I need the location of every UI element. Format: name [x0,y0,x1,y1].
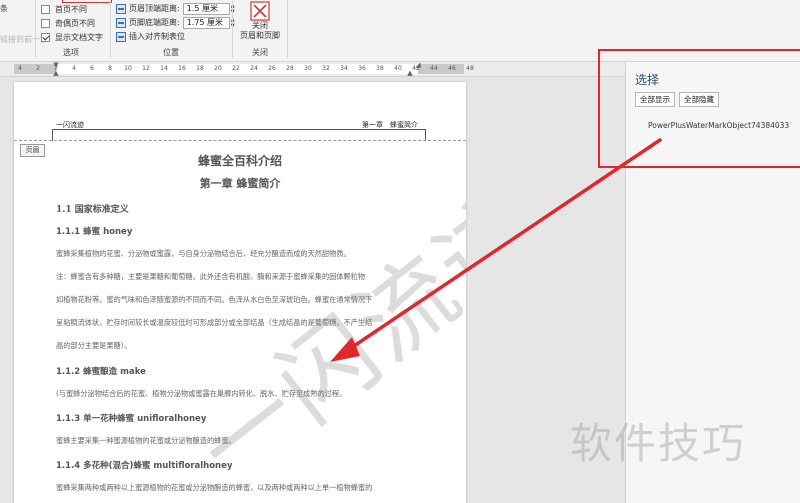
insert-align-tab-button[interactable]: 插入对齐制表位 [116,30,185,43]
ruler-tick-label: 34 [340,65,348,72]
close-label-line2: 页眉和页脚 [240,31,280,40]
header-distance-input[interactable]: 1.5 厘米 [182,2,230,15]
position-group-label: 位置 [163,48,179,57]
ribbon-separator [287,0,288,58]
header-rule [52,129,426,130]
checkbox-label: 奇偶页不同 [55,18,95,28]
ruler-tick-label: 20 [214,65,222,72]
footer-distance-input[interactable]: 1.75 厘米 [182,16,230,29]
different-first-page-checkbox[interactable]: 首页不同 [41,3,87,15]
ribbon-left-label-1[interactable]: 条 [0,3,8,14]
ruler-tick-label: 32 [322,65,330,72]
ruler-tick-label: 40 [394,65,402,72]
selection-pane-highlight [598,49,800,168]
ribbon-separator [110,0,111,58]
chapter-heading[interactable]: 第一章 蜂蜜简介 [14,175,466,191]
footer-distance-row: 页脚底端距离: 1.75 厘米 ▲ ▼ [116,16,238,29]
brand-watermark: 软件技巧 [570,419,747,468]
ruler-tick-label: 22 [232,65,240,72]
hanging-indent-icon[interactable]: ▲ [53,70,58,77]
document-title[interactable]: 蜂蜜全百科介绍 [14,152,466,169]
options-group-label: 选项 [63,48,79,57]
checkbox-label: 首页不同 [55,4,87,14]
ruler-tick-label: 46 [448,65,456,72]
page-gutter [0,77,14,503]
document-area: 一闪流迹 第一章 蜂蜜简介 页眉 蜂蜜全百科介绍 第一章 蜂蜜简介 1.1 国家… [0,77,625,503]
insert-align-tab-label: 插入对齐制表位 [129,32,185,41]
ruler-tick-label: 12 [142,65,150,72]
ruler-tick-label: 26 [268,65,276,72]
ruler-tick-label: 16 [178,65,186,72]
ruler-right-margin [418,64,464,74]
checkbox-box[interactable] [41,32,50,42]
close-label-line1: 关闭 [252,21,268,30]
horizontal-ruler[interactable]: 4 2 2 4 6 8 10 12 14 16 18 20 22 24 26 28 30 32 34 36 38 40 42… [0,62,625,77]
subsection-heading-112[interactable]: 1.1.2 蜂蜜酿造 make [56,365,146,377]
ribbon-separator [35,0,36,58]
align-tab-icon [116,31,126,42]
ruler-tick-label: 36 [358,65,366,72]
footer-distance-label: 页脚底端距离: [129,18,180,27]
checkbox-box[interactable] [41,4,50,14]
ruler-tick-label: 4 [18,65,22,72]
show-document-text-checkbox[interactable]: 显示文档文字 [41,31,103,43]
different-odd-even-checkbox[interactable]: 奇偶页不同 [41,17,95,29]
header-distance-row: 页眉顶端距离: 1.5 厘米 ▲ ▼ [116,2,238,15]
header-position-icon [116,3,126,14]
first-line-indent-icon[interactable]: ▼ [53,62,58,69]
ruler-tick-label: 14 [160,65,168,72]
ruler-tick-label: 30 [304,65,312,72]
right-indent-icon[interactable]: ▲ [407,70,412,77]
checkbox-label: 显示文档文字 [55,32,103,42]
document-page[interactable]: 一闪流迹 第一章 蜂蜜简介 页眉 蜂蜜全百科介绍 第一章 蜂蜜简介 1.1 国家… [14,82,466,503]
subsection-heading-111[interactable]: 1.1.1 蜂蜜 honey [56,225,132,237]
header-distance-label: 页眉顶端距离: [129,4,180,13]
ruler-tick-label: 6 [90,65,94,72]
section-heading[interactable]: 1.1 国家标准定义 [56,202,129,215]
subsection-heading-114[interactable]: 1.1.4 多花种(混合)蜂蜜 multifloralhoney [56,459,232,471]
document-watermark[interactable]: 一闪流迹 [164,154,466,503]
footer-position-icon [116,17,126,28]
ruler-tick-label: 28 [286,65,294,72]
close-group-label: 关闭 [252,48,268,57]
ruler-tick-label: 2 [36,65,40,72]
ruler-tick-label: 38 [376,65,384,72]
header-boundary [14,140,466,141]
ruler-tick-label: 48 [466,65,474,72]
ruler-tick-label: 8 [108,65,112,72]
ruler-tick-label: 44 [430,65,438,72]
ruler-tick-label: 10 [124,65,132,72]
checkbox-box[interactable] [41,18,50,28]
close-icon [250,1,270,21]
ruler-tick-label: 18 [196,65,204,72]
ruler-tick-label: 4 [72,65,76,72]
ruler-tick-label: 24 [250,65,258,72]
close-header-footer-button[interactable]: 关闭 页眉和页脚 [238,1,282,45]
ribbon-separator [232,0,233,58]
tab-stop-icon[interactable]: ◢ [415,62,420,69]
